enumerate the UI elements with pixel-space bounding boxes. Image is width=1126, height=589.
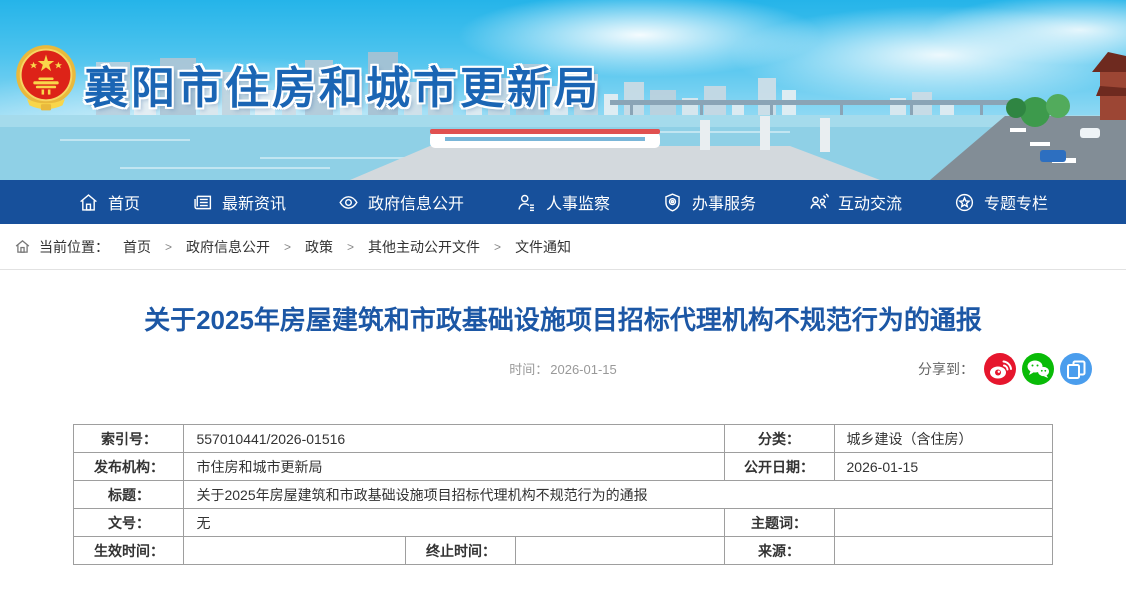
breadcrumb-link-policy[interactable]: 政策 — [305, 237, 333, 257]
meta-value-pubdate: 2026-01-15 — [834, 453, 1052, 481]
meta-label-expiry: 终止时间： — [406, 537, 516, 565]
copy-doc-share-icon[interactable] — [1060, 353, 1092, 385]
meta-label-category: 分类： — [724, 425, 834, 453]
breadcrumb: 当前位置： 首页 > 政府信息公开 > 政策 > 其他主动公开文件 > 文件通知 — [0, 224, 1126, 270]
document-meta-table: 索引号： 557010441/2026-01516 分类： 城乡建设（含住房） … — [73, 424, 1052, 565]
meta-label-source: 来源： — [724, 537, 834, 565]
nav-label: 互动交流 — [838, 190, 902, 214]
breadcrumb-link-other-public-docs[interactable]: 其他主动公开文件 — [368, 237, 480, 257]
nav-label: 政府信息公开 — [368, 190, 464, 214]
share-bar: 分享到： — [918, 353, 1092, 385]
national-emblem-icon — [14, 42, 78, 118]
meta-value-category: 城乡建设（含住房） — [834, 425, 1052, 453]
article-meta-row: 时间：2026-01-15 分享到： — [0, 352, 1126, 388]
meta-value-effective — [184, 537, 406, 565]
meta-label-effective: 生效时间： — [74, 537, 184, 565]
breadcrumb-label: 当前位置： — [39, 237, 109, 257]
nav-label: 首页 — [108, 190, 140, 214]
news-icon — [192, 192, 213, 213]
meta-value-publisher: 市住房和城市更新局 — [184, 453, 724, 481]
time-value: 2026-01-15 — [550, 362, 617, 377]
breadcrumb-separator: > — [494, 240, 501, 254]
nav-label: 人事监察 — [546, 190, 610, 214]
table-row: 标题： 关于2025年房屋建筑和市政基础设施项目招标代理机构不规范行为的通报 — [74, 481, 1052, 509]
meta-label-pubdate: 公开日期： — [724, 453, 834, 481]
breadcrumb-separator: > — [347, 240, 354, 254]
nav-label: 专题专栏 — [984, 190, 1048, 214]
table-row: 发布机构： 市住房和城市更新局 公开日期： 2026-01-15 — [74, 453, 1052, 481]
nav-item-services[interactable]: 办事服务 — [662, 190, 756, 214]
breadcrumb-link-home[interactable]: 首页 — [123, 237, 151, 257]
nav-item-home[interactable]: 首页 — [78, 190, 140, 214]
weibo-share-icon[interactable] — [984, 353, 1016, 385]
breadcrumb-separator: > — [284, 240, 291, 254]
meta-value-index: 557010441/2026-01516 — [184, 425, 724, 453]
meta-label-index: 索引号： — [74, 425, 184, 453]
site-title[interactable]: 襄阳市住房和城市更新局 — [84, 52, 601, 116]
nav-item-personnel[interactable]: 人事监察 — [516, 190, 610, 214]
people-chat-icon — [808, 192, 829, 213]
nav-item-interaction[interactable]: 互动交流 — [808, 190, 902, 214]
table-row: 文号： 无 主题词： — [74, 509, 1052, 537]
nav-label: 最新资讯 — [222, 190, 286, 214]
home-icon — [78, 192, 99, 213]
meta-label-docnum: 文号： — [74, 509, 184, 537]
nav-item-special-columns[interactable]: 专题专栏 — [954, 190, 1048, 214]
site-banner: 襄阳市住房和城市更新局 — [0, 0, 1126, 180]
meta-value-expiry — [516, 537, 724, 565]
share-label: 分享到： — [918, 359, 974, 379]
wechat-share-icon[interactable] — [1022, 353, 1054, 385]
nav-label: 办事服务 — [692, 190, 756, 214]
star-circle-icon — [954, 192, 975, 213]
nav-item-news[interactable]: 最新资讯 — [192, 190, 286, 214]
meta-value-source — [834, 537, 1052, 565]
person-icon — [516, 192, 537, 213]
table-row: 生效时间： 终止时间： 来源： — [74, 537, 1052, 565]
time-label: 时间： — [509, 362, 548, 377]
meta-value-docnum: 无 — [184, 509, 724, 537]
eye-icon — [338, 192, 359, 213]
table-row: 索引号： 557010441/2026-01516 分类： 城乡建设（含住房） — [74, 425, 1052, 453]
meta-value-keywords — [834, 509, 1052, 537]
meta-value-title: 关于2025年房屋建筑和市政基础设施项目招标代理机构不规范行为的通报 — [184, 481, 1052, 509]
shield-icon — [662, 192, 683, 213]
page-title: 关于2025年房屋建筑和市政基础设施项目招标代理机构不规范行为的通报 — [60, 302, 1066, 338]
breadcrumb-link-gov-info[interactable]: 政府信息公开 — [186, 237, 270, 257]
breadcrumb-home-icon — [14, 238, 31, 255]
meta-label-publisher: 发布机构： — [74, 453, 184, 481]
nav-item-gov-info[interactable]: 政府信息公开 — [338, 190, 464, 214]
breadcrumb-link-doc-notice[interactable]: 文件通知 — [515, 237, 571, 257]
breadcrumb-separator: > — [165, 240, 172, 254]
meta-label-keywords: 主题词： — [724, 509, 834, 537]
main-nav: 首页 最新资讯 政府信息公开 人事监察 办事服务 互动交流 专题专栏 — [0, 180, 1126, 224]
meta-label-title: 标题： — [74, 481, 184, 509]
